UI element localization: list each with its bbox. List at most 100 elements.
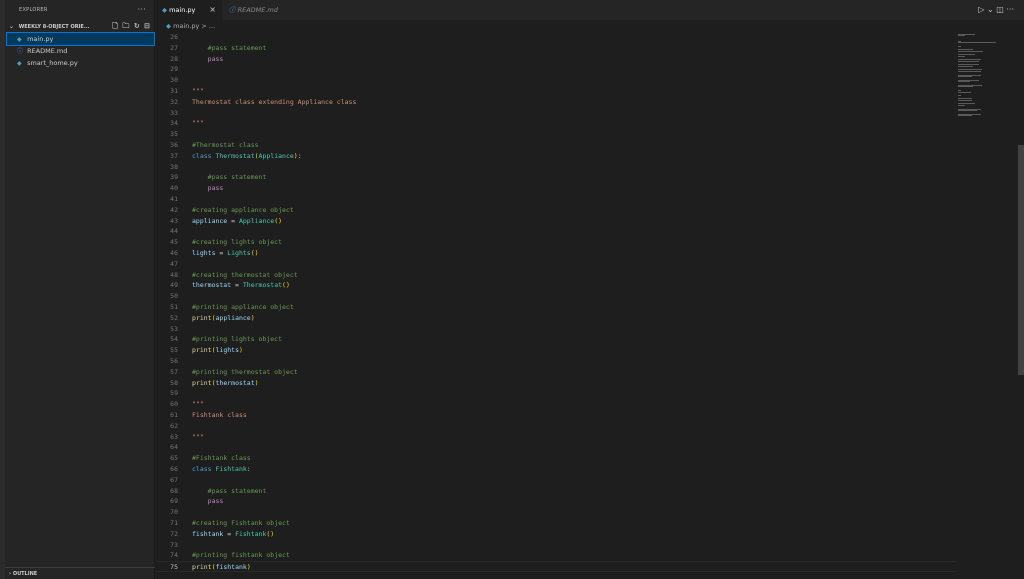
close-icon[interactable]: × bbox=[209, 0, 216, 20]
code-line[interactable]: 63 """ bbox=[156, 432, 956, 443]
code-line[interactable]: 72 fishtank = Fishtank() bbox=[156, 529, 956, 540]
code-line[interactable]: 38 bbox=[156, 162, 956, 173]
code-line[interactable]: 26 bbox=[156, 32, 956, 43]
code-line[interactable]: 55 print(lights) bbox=[156, 345, 956, 356]
code-line[interactable]: 75 print(fishtank) bbox=[156, 561, 956, 572]
breadcrumb-text: main.py > ... bbox=[173, 22, 216, 30]
code-line[interactable]: 74 #printing fishtank object bbox=[156, 550, 956, 561]
code-line[interactable]: 66 class Fishtank: bbox=[156, 464, 956, 475]
code-line[interactable]: 41 bbox=[156, 194, 956, 205]
code-line[interactable]: 59 bbox=[156, 388, 956, 399]
tab-readme[interactable]: ⓘ README.md bbox=[223, 0, 293, 20]
chevron-down-icon[interactable]: ⌄ bbox=[987, 5, 994, 14]
more-actions-icon[interactable]: ··· bbox=[137, 0, 146, 20]
code-token: = bbox=[231, 281, 243, 290]
code-line[interactable]: 33 bbox=[156, 108, 956, 119]
line-number: 66 bbox=[170, 465, 178, 473]
code-token: #printing appliance object bbox=[192, 303, 294, 311]
outline-section[interactable]: › OUTLINE bbox=[5, 567, 155, 579]
code-line[interactable]: 42 #creating appliance object bbox=[156, 205, 956, 216]
code-line[interactable]: 30 bbox=[156, 75, 956, 86]
minimap-line bbox=[958, 55, 966, 57]
line-number: 46 bbox=[170, 249, 178, 257]
workspace-folder[interactable]: ⌄ WEEKLY 8-OBJECT ORIE... 🗋 🗀 ↻ ⊟ bbox=[5, 20, 155, 33]
code-line[interactable]: 44 bbox=[156, 226, 956, 237]
code-line[interactable]: 62 bbox=[156, 421, 956, 432]
code-line[interactable]: 60 """ bbox=[156, 399, 956, 410]
code-line[interactable]: 46 lights = Lights() bbox=[156, 248, 956, 259]
code-line[interactable]: 53 bbox=[156, 324, 956, 335]
line-number: 47 bbox=[170, 259, 178, 268]
code-line[interactable]: 47 bbox=[156, 259, 956, 270]
line-number: 62 bbox=[170, 421, 178, 430]
code-line[interactable]: 58 print(thermostat) bbox=[156, 378, 956, 389]
minimap[interactable] bbox=[956, 32, 1014, 122]
code-line[interactable]: 36 #Thermostat class bbox=[156, 140, 956, 151]
refresh-icon[interactable]: ↻ bbox=[134, 22, 141, 30]
minimap-line bbox=[958, 60, 979, 62]
code-line[interactable]: 28 pass bbox=[156, 54, 956, 65]
new-folder-icon[interactable]: 🗀 bbox=[122, 22, 130, 30]
tab-main-py[interactable]: ◆ main.py × bbox=[156, 0, 222, 20]
code-line[interactable]: 40 pass bbox=[156, 183, 956, 194]
line-number: 61 bbox=[170, 411, 178, 419]
code-line[interactable]: 69 pass bbox=[156, 496, 956, 507]
code-text: #pass statement bbox=[192, 43, 267, 54]
code-line[interactable]: 34 """ bbox=[156, 118, 956, 129]
code-line[interactable]: 27 #pass statement bbox=[156, 43, 956, 54]
code-line[interactable]: 68 #pass statement bbox=[156, 486, 956, 497]
code-line[interactable]: 57 #printing thermostat object bbox=[156, 367, 956, 378]
code-line[interactable]: 31 """ bbox=[156, 86, 956, 97]
code-token: thermostat bbox=[215, 378, 255, 387]
file-item-smart-home[interactable]: ◆ smart_home.py bbox=[7, 57, 154, 69]
code-line[interactable]: 43 appliance = Appliance() bbox=[156, 216, 956, 227]
split-editor-icon[interactable]: ◫ bbox=[996, 5, 1004, 14]
code-line[interactable]: 54 #printing lights object bbox=[156, 334, 956, 345]
code-line[interactable]: 51 #printing appliance object bbox=[156, 302, 956, 313]
code-line[interactable]: 49 thermostat = Thermostat() bbox=[156, 280, 956, 291]
new-file-icon[interactable]: 🗋 bbox=[112, 22, 119, 30]
file-item-main-py[interactable]: ◆ main.py bbox=[6, 32, 155, 46]
line-number: 74 bbox=[170, 551, 178, 560]
file-item-readme[interactable]: ⓘ README.md bbox=[7, 45, 154, 57]
vertical-scrollbar[interactable] bbox=[1018, 145, 1024, 375]
code-line[interactable]: 73 bbox=[156, 540, 956, 551]
code-token: #creating appliance object bbox=[192, 205, 294, 214]
line-number: 37 bbox=[170, 151, 178, 160]
line-number: 42 bbox=[170, 205, 178, 214]
code-line[interactable]: 71 #creating Fishtank object bbox=[156, 518, 956, 529]
code-line[interactable]: 65 #Fishtank class bbox=[156, 453, 956, 464]
code-line[interactable]: 56 bbox=[156, 356, 956, 367]
breadcrumb[interactable]: ◆ main.py > ... bbox=[156, 20, 1024, 32]
run-icon[interactable]: ▷ bbox=[978, 5, 984, 14]
minimap-line bbox=[958, 71, 981, 73]
code-text: #creating thermostat object bbox=[192, 270, 298, 281]
line-number: 68 bbox=[170, 486, 178, 495]
code-text: #pass statement bbox=[192, 172, 267, 183]
more-actions-icon[interactable]: ··· bbox=[1006, 5, 1014, 14]
code-line[interactable]: 52 print(appliance) bbox=[156, 313, 956, 324]
code-line[interactable]: 67 bbox=[156, 475, 956, 486]
code-line[interactable]: 64 bbox=[156, 442, 956, 453]
code-line[interactable]: 61 Fishtank class bbox=[156, 410, 956, 421]
code-token: print bbox=[192, 313, 212, 322]
code-line[interactable]: 35 bbox=[156, 129, 956, 140]
code-text: #printing appliance object bbox=[192, 302, 294, 313]
code-text: #Thermostat class bbox=[192, 140, 259, 151]
code-line[interactable]: 32 Thermostat class extending Appliance c… bbox=[156, 97, 956, 108]
code-line[interactable]: 48 #creating thermostat object bbox=[156, 270, 956, 281]
code-line[interactable]: 29 bbox=[156, 64, 956, 75]
code-token: : bbox=[297, 151, 302, 160]
line-number: 56 bbox=[170, 357, 178, 365]
code-line[interactable]: 39 #pass statement bbox=[156, 172, 956, 183]
code-line[interactable]: 37 class Thermostat(Appliance): bbox=[156, 151, 956, 162]
code-text: #printing lights object bbox=[192, 334, 282, 345]
line-number: 32 bbox=[170, 97, 178, 106]
code-line[interactable]: 70 bbox=[156, 507, 956, 518]
collapse-all-icon[interactable]: ⊟ bbox=[144, 22, 151, 30]
code-line[interactable]: 50 bbox=[156, 291, 956, 302]
minimap-line bbox=[958, 66, 974, 67]
code-line[interactable]: 45 #creating lights object bbox=[156, 237, 956, 248]
code-token: class bbox=[192, 151, 216, 160]
code-editor[interactable]: 26 27 #pass statement 28 pass 29 30 31 """ 32 Th… bbox=[156, 32, 956, 579]
